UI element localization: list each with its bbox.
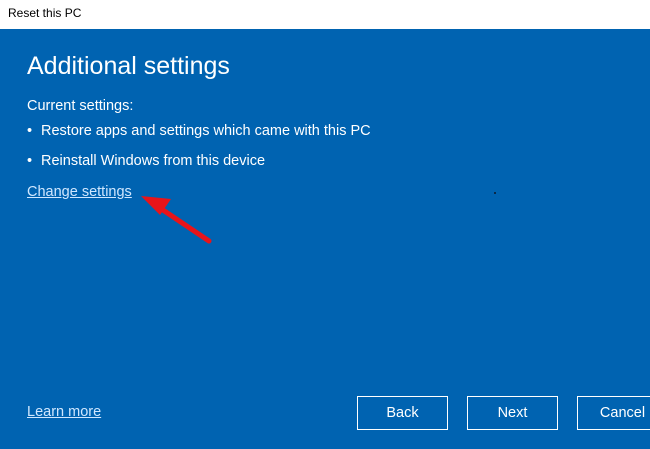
list-item: • Restore apps and settings which came wi… [27,123,371,139]
bullet-icon: • [27,153,33,169]
learn-more-link[interactable]: Learn more [27,404,101,420]
next-button[interactable]: Next [467,396,558,430]
main-content: Additional settings Current settings: • R… [0,30,650,449]
back-button[interactable]: Back [357,396,448,430]
setting-text: Reinstall Windows from this device [41,153,266,169]
list-item: • Reinstall Windows from this device [27,153,265,169]
reset-pc-window: Reset this PC Additional settings Curren… [0,0,650,449]
setting-text: Restore apps and settings which came wit… [41,123,371,139]
cancel-button[interactable]: Cancel [577,396,650,430]
window-title: Reset this PC [8,6,82,20]
title-bar[interactable]: Reset this PC [0,0,650,30]
page-title: Additional settings [27,52,230,80]
current-settings-label: Current settings: [27,98,134,114]
bullet-icon: • [27,123,33,139]
change-settings-link[interactable]: Change settings [27,184,132,200]
stray-pixel [494,192,496,194]
